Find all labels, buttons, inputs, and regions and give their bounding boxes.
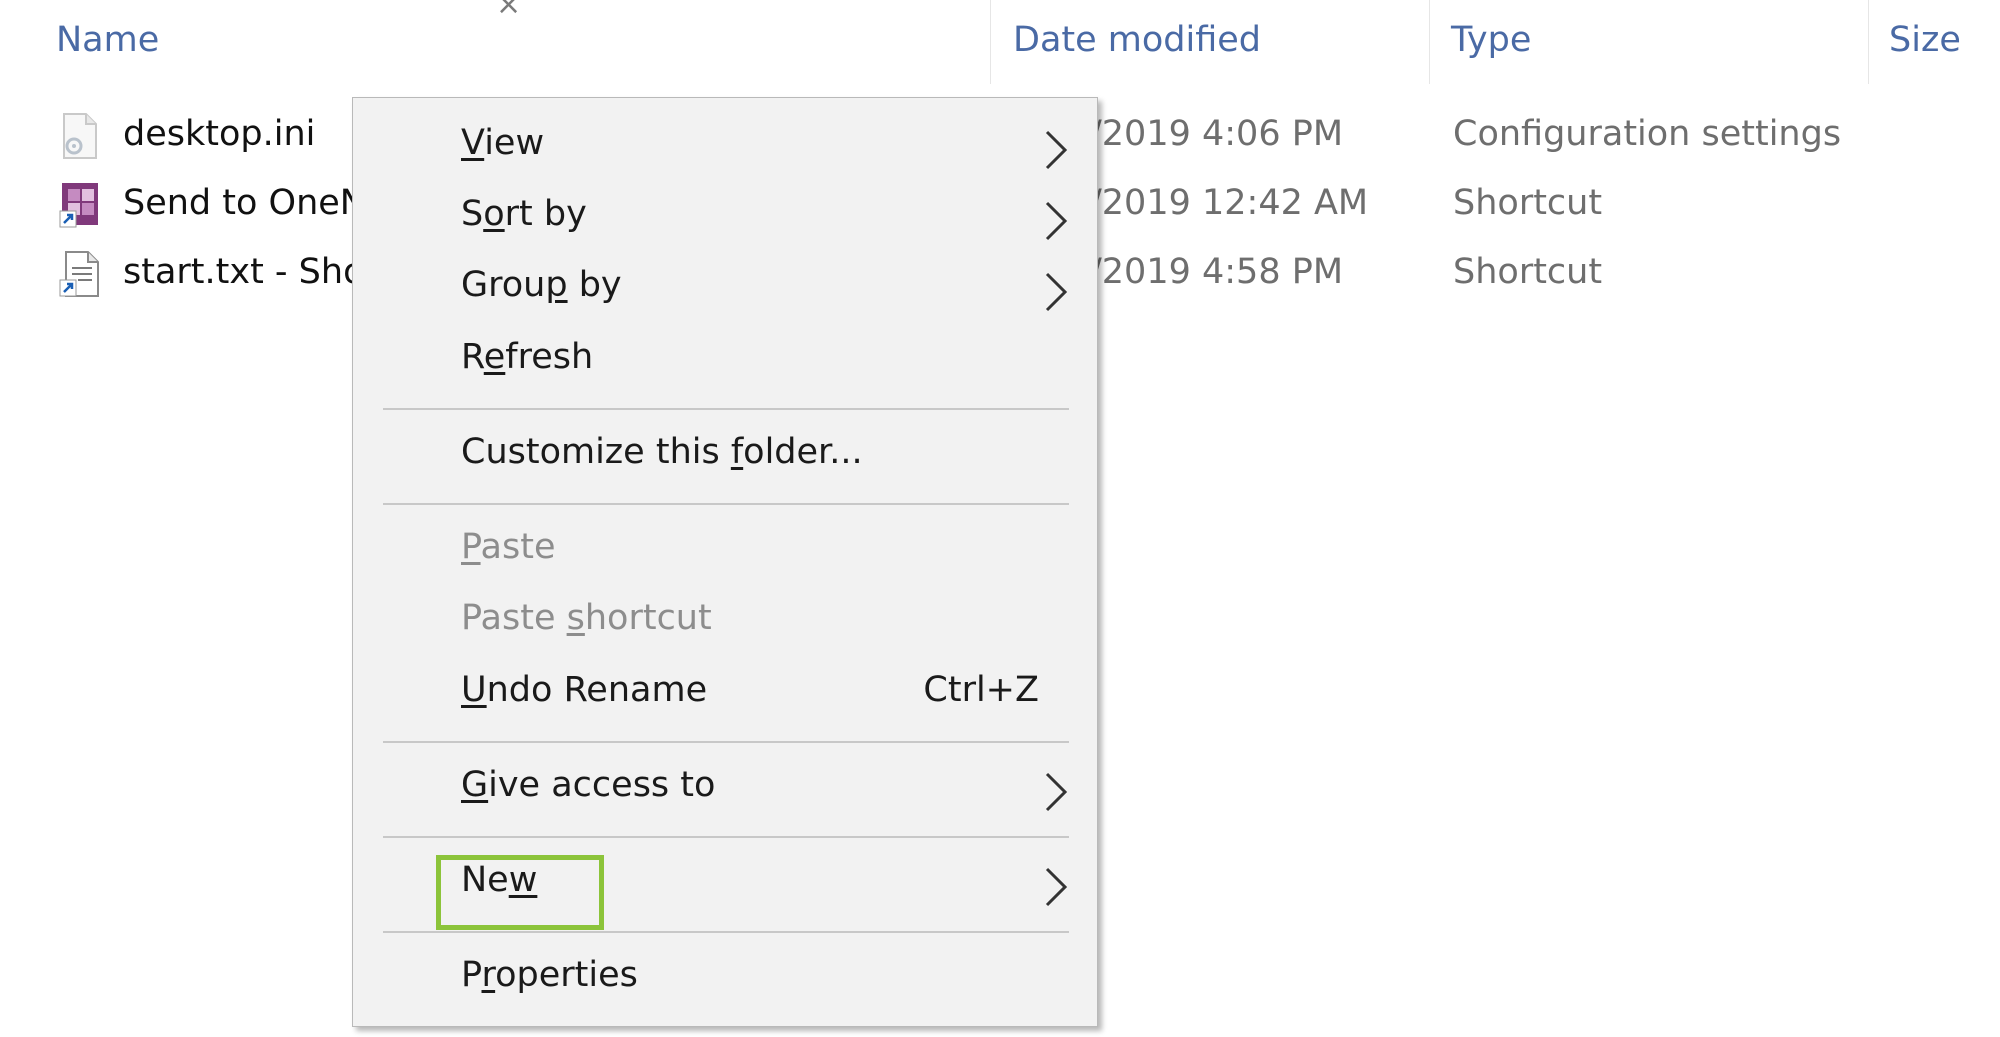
menu-item-label: View bbox=[461, 123, 545, 163]
menu-item-label: Refresh bbox=[461, 337, 594, 377]
file-type: Shortcut bbox=[1453, 183, 1603, 223]
text-shortcut-icon bbox=[58, 250, 102, 298]
menu-item-undo-rename[interactable]: Undo Rename Ctrl+Z bbox=[353, 658, 1099, 726]
chevron-right-icon bbox=[1045, 130, 1068, 170]
menu-item-refresh[interactable]: Refresh bbox=[353, 325, 1099, 393]
column-header-name[interactable]: Name bbox=[56, 20, 159, 60]
chevron-right-icon bbox=[1045, 201, 1068, 241]
menu-item-label: Give access to bbox=[461, 765, 716, 805]
menu-item-paste-shortcut: Paste shortcut bbox=[353, 586, 1099, 654]
file-date-modified: /2019 4:06 PM bbox=[1090, 114, 1344, 154]
file-name: desktop.ini bbox=[123, 114, 316, 154]
file-date-modified: /2019 12:42 AM bbox=[1090, 183, 1369, 223]
file-type: Shortcut bbox=[1453, 252, 1603, 292]
highlight-box bbox=[436, 855, 604, 930]
menu-separator bbox=[383, 931, 1069, 933]
chevron-right-icon bbox=[1045, 867, 1068, 907]
file-type: Configuration settings bbox=[1453, 114, 1842, 154]
context-menu: View Sort by Group by Refresh Customize … bbox=[352, 97, 1098, 1027]
column-header-row: Name Date modified Type Size bbox=[0, 0, 2000, 86]
menu-item-group-by[interactable]: Group by bbox=[353, 253, 1099, 321]
menu-item-give-access-to[interactable]: Give access to bbox=[353, 753, 1099, 821]
menu-item-label: Properties bbox=[461, 955, 638, 995]
column-divider[interactable] bbox=[1429, 0, 1430, 84]
menu-separator bbox=[383, 836, 1069, 838]
settings-file-icon bbox=[58, 112, 102, 160]
column-divider[interactable] bbox=[990, 0, 991, 84]
menu-item-label: Group by bbox=[461, 265, 622, 305]
column-header-size[interactable]: Size bbox=[1889, 20, 1961, 60]
column-header-type[interactable]: Type bbox=[1451, 20, 1531, 60]
file-name: start.txt - Sho bbox=[123, 252, 365, 292]
column-header-date-modified[interactable]: Date modified bbox=[1013, 20, 1261, 60]
menu-item-shortcut: Ctrl+Z bbox=[923, 670, 1039, 710]
onenote-shortcut-icon bbox=[58, 181, 102, 229]
menu-item-label: Customize this folder... bbox=[461, 432, 863, 472]
chevron-right-icon bbox=[1045, 272, 1068, 312]
menu-item-paste: Paste bbox=[353, 515, 1099, 583]
file-date-modified: /2019 4:58 PM bbox=[1090, 252, 1344, 292]
file-name: Send to OneN bbox=[123, 183, 366, 223]
menu-item-label: Undo Rename bbox=[461, 670, 708, 710]
menu-item-label: Sort by bbox=[461, 194, 587, 234]
column-divider[interactable] bbox=[1868, 0, 1869, 84]
menu-separator bbox=[383, 741, 1069, 743]
menu-separator bbox=[383, 503, 1069, 505]
menu-item-sort-by[interactable]: Sort by bbox=[353, 182, 1099, 250]
menu-separator bbox=[383, 408, 1069, 410]
menu-item-label: Paste shortcut bbox=[461, 598, 712, 638]
menu-item-customize-folder[interactable]: Customize this folder... bbox=[353, 420, 1099, 488]
menu-item-label: Paste bbox=[461, 527, 556, 567]
chevron-right-icon bbox=[1045, 772, 1068, 812]
menu-item-view[interactable]: View bbox=[353, 111, 1099, 179]
menu-item-properties[interactable]: Properties bbox=[353, 943, 1099, 1011]
